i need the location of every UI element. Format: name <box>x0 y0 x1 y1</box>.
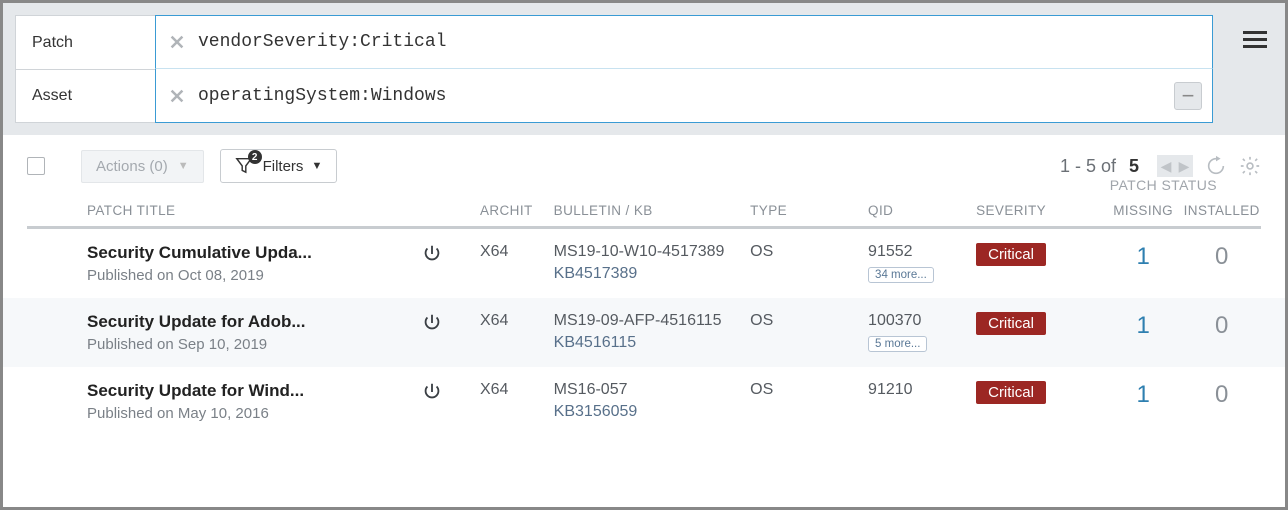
paging-total: 5 <box>1129 156 1139 177</box>
caret-down-icon: ▼ <box>311 160 322 172</box>
severity-badge: Critical <box>976 243 1046 266</box>
installed-count[interactable]: 0 <box>1215 312 1228 339</box>
patch-published: Published on May 10, 2016 <box>87 405 421 422</box>
caret-down-icon: ▼ <box>178 160 189 172</box>
column-header-bulletin[interactable]: BULLETIN / KB <box>554 203 750 218</box>
paging-range: 1 - 5 of <box>1060 156 1116 177</box>
prev-page-button[interactable]: ◀ <box>1157 155 1175 177</box>
column-header-type[interactable]: TYPE <box>750 203 868 218</box>
qid-value: 91552 <box>868 243 976 261</box>
patch-title[interactable]: Security Update for Adob... <box>87 312 377 332</box>
type-cell: OS <box>750 312 868 330</box>
column-header-missing[interactable]: MISSING <box>1104 203 1183 218</box>
archit-cell: X64 <box>480 243 554 261</box>
paging-indicator: 1 - 5 of 5 ◀ ▶ <box>1060 155 1193 177</box>
missing-count[interactable]: 1 <box>1136 243 1149 270</box>
table-row[interactable]: Security Update for Wind... Published on… <box>3 367 1285 436</box>
asset-search-input[interactable] <box>198 86 1164 106</box>
patch-published: Published on Sep 10, 2019 <box>87 336 421 353</box>
asset-search-field[interactable]: − <box>155 69 1213 123</box>
installed-count[interactable]: 0 <box>1215 381 1228 408</box>
table-row[interactable]: Security Update for Adob... Published on… <box>3 298 1285 367</box>
qid-value: 91210 <box>868 381 976 399</box>
filters-button[interactable]: 2 Filters ▼ <box>220 149 338 183</box>
qid-more-link[interactable]: 5 more... <box>868 336 927 352</box>
kb-link[interactable]: KB4517389 <box>554 265 750 283</box>
asset-search-label: Asset <box>15 69 155 123</box>
type-cell: OS <box>750 381 868 399</box>
filters-label: Filters <box>263 158 304 175</box>
installed-count[interactable]: 0 <box>1215 243 1228 270</box>
refresh-icon[interactable] <box>1205 155 1227 177</box>
missing-count[interactable]: 1 <box>1136 312 1149 339</box>
column-header-severity[interactable]: SEVERITY <box>976 203 1104 218</box>
column-header-archit[interactable]: ARCHIT <box>480 203 554 218</box>
patch-search-field[interactable] <box>155 15 1213 69</box>
actions-label: Actions (0) <box>96 158 168 175</box>
severity-badge: Critical <box>976 312 1046 335</box>
power-icon <box>421 321 443 338</box>
bulletin-id: MS16-057 <box>554 381 750 399</box>
power-icon <box>421 252 443 269</box>
filters-count-badge: 2 <box>248 150 262 164</box>
select-all-checkbox[interactable] <box>27 157 45 175</box>
patch-published: Published on Oct 08, 2019 <box>87 267 421 284</box>
power-icon <box>421 390 443 407</box>
next-page-button[interactable]: ▶ <box>1175 155 1193 177</box>
patch-search-input[interactable] <box>198 32 1202 52</box>
archit-cell: X64 <box>480 312 554 330</box>
column-header-installed[interactable]: INSTALLED <box>1182 203 1261 218</box>
table-row[interactable]: Security Cumulative Upda... Published on… <box>3 229 1285 298</box>
patch-title[interactable]: Security Update for Wind... <box>87 381 377 401</box>
gear-icon[interactable] <box>1239 155 1261 177</box>
qid-value: 100370 <box>868 312 976 330</box>
bulletin-id: MS19-10-W10-4517389 <box>554 243 750 261</box>
column-group-patch-status: PATCH STATUS <box>1110 177 1217 193</box>
menu-icon[interactable] <box>1243 27 1267 52</box>
remove-row-button[interactable]: − <box>1174 82 1202 110</box>
qid-more-link[interactable]: 34 more... <box>868 267 934 283</box>
column-header-qid[interactable]: QID <box>868 203 976 218</box>
clear-icon[interactable] <box>166 85 188 107</box>
clear-icon[interactable] <box>166 31 188 53</box>
severity-badge: Critical <box>976 381 1046 404</box>
type-cell: OS <box>750 243 868 261</box>
archit-cell: X64 <box>480 381 554 399</box>
missing-count[interactable]: 1 <box>1136 381 1149 408</box>
column-header-patch-title[interactable]: PATCH TITLE <box>87 203 421 218</box>
bulletin-id: MS19-09-AFP-4516115 <box>554 312 750 330</box>
kb-link[interactable]: KB4516115 <box>554 334 750 352</box>
kb-link[interactable]: KB3156059 <box>554 403 750 421</box>
actions-dropdown[interactable]: Actions (0) ▼ <box>81 150 204 183</box>
patch-search-label: Patch <box>15 15 155 69</box>
patch-title[interactable]: Security Cumulative Upda... <box>87 243 377 263</box>
